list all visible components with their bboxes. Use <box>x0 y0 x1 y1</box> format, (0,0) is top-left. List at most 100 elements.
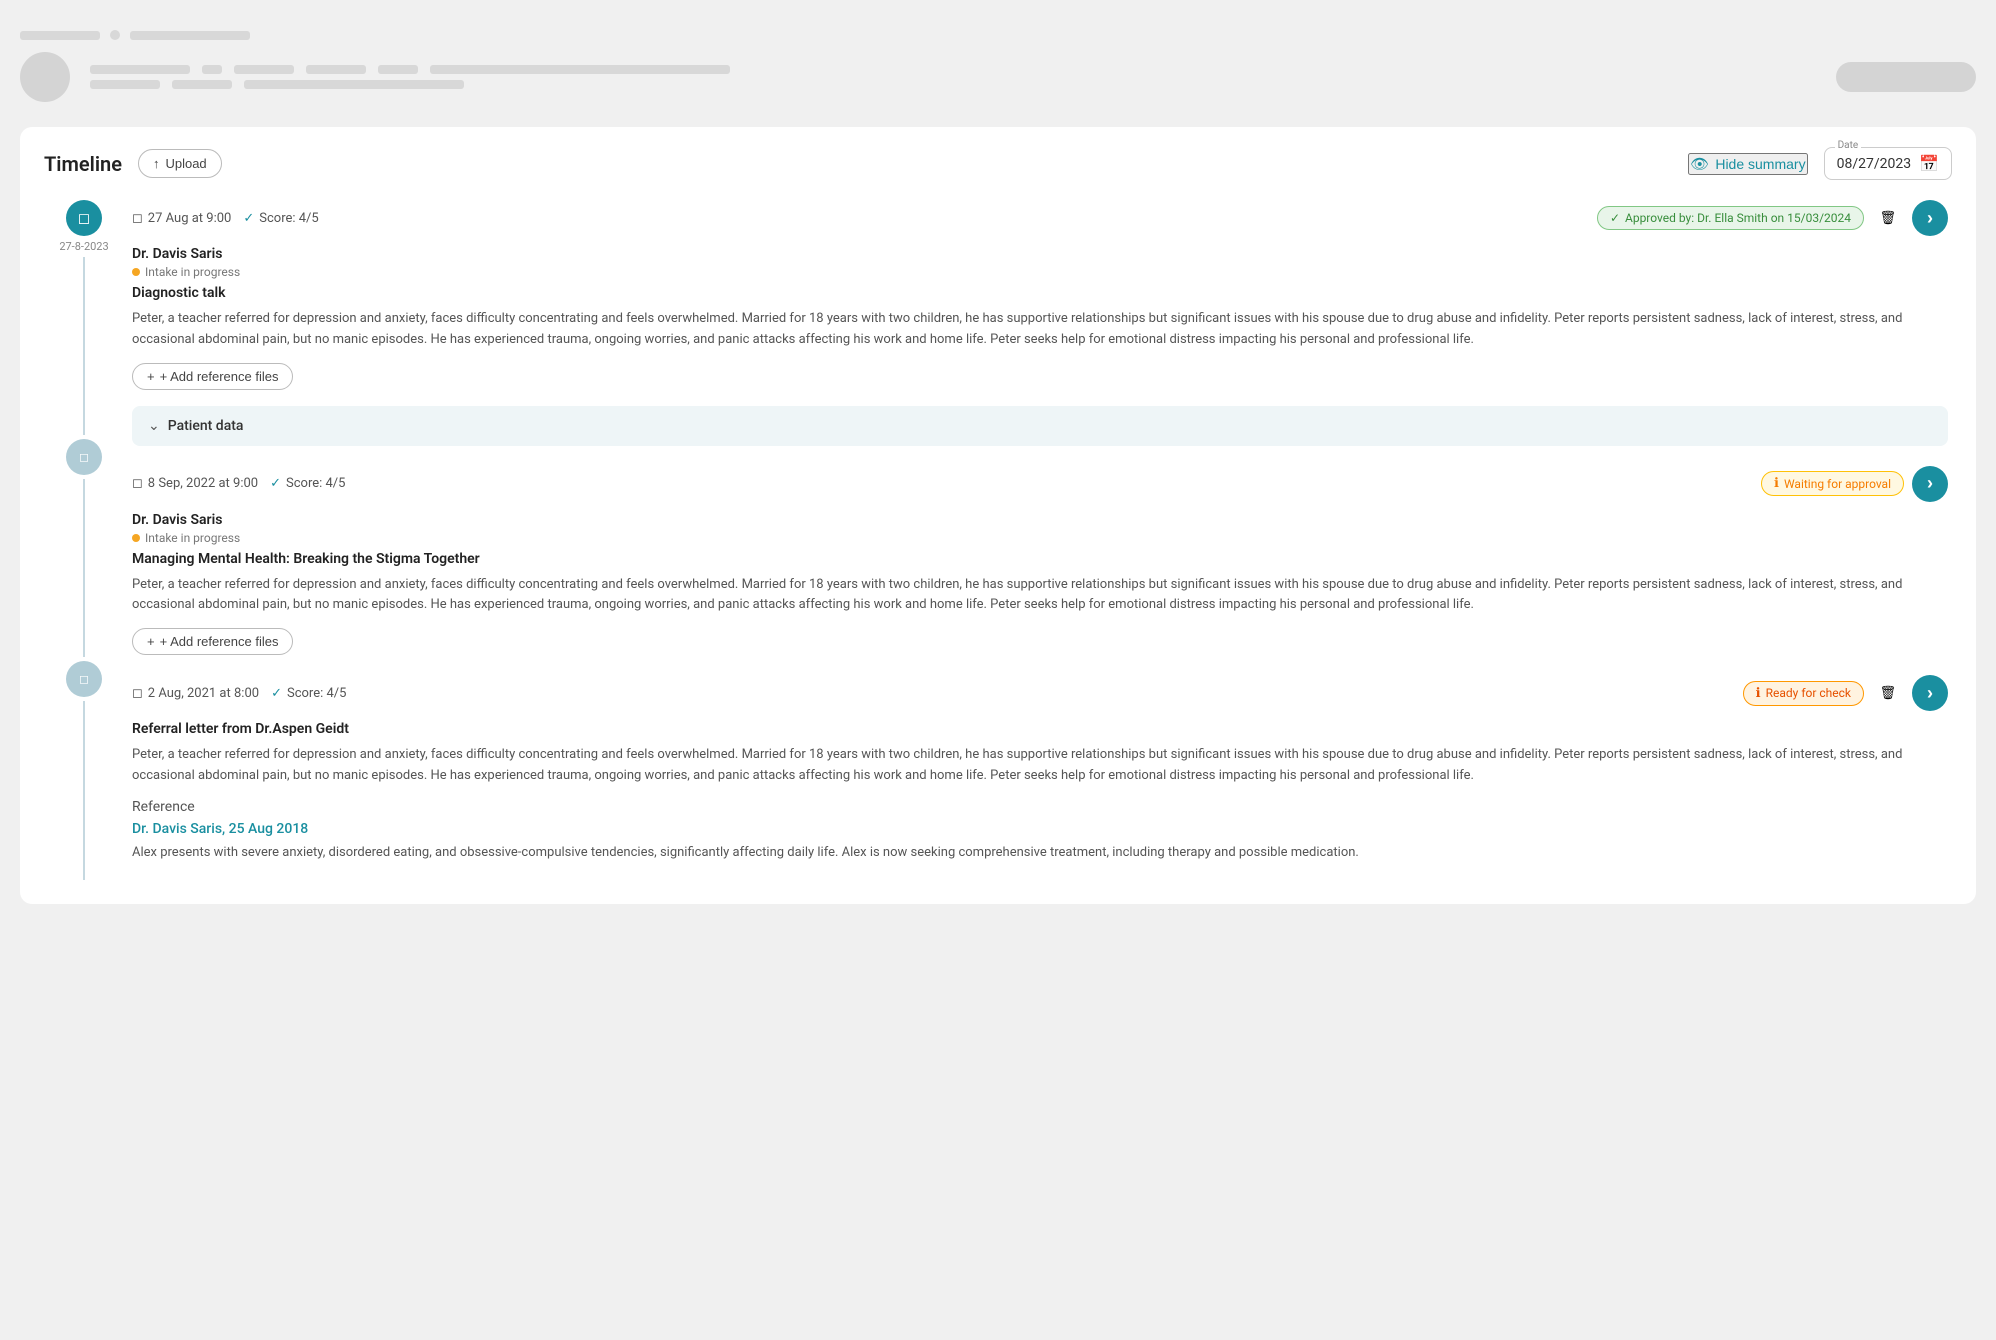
check-icon-approved: ✓ <box>1610 211 1620 225</box>
timeline-line-3 <box>83 701 85 879</box>
delete-icon-3: 🗑 <box>1880 685 1897 701</box>
entry-title-3: Referral letter from Dr.Aspen Geidt <box>132 721 1948 737</box>
page-title: Timeline <box>44 152 122 176</box>
nav-info-placeholder-5 <box>378 65 418 74</box>
entry-score-2: ✓ Score: 4/5 <box>270 476 345 491</box>
nav-action-button[interactable] <box>1836 62 1976 92</box>
entry-text-3: Peter, a teacher referred for depression… <box>132 745 1948 787</box>
timeline-icon-entry-2: ◻ <box>66 439 102 475</box>
timeline-line-2 <box>83 479 85 657</box>
nav-placeholder-1 <box>20 31 100 40</box>
entry-title-2: Managing Mental Health: Breaking the Sti… <box>132 551 1948 567</box>
scroll-area[interactable]: ◻ 27-8-2023 ◻ ◻ <box>44 200 1952 884</box>
calendar-icon-entry3: ◻ <box>132 686 143 701</box>
chevron-right-icon-3: › <box>1927 683 1933 704</box>
add-reference-button-2[interactable]: + + Add reference files <box>132 628 293 655</box>
timeline-icon-entry-3: ◻ <box>66 661 102 697</box>
top-nav <box>20 20 1976 117</box>
nav-info-placeholder-4 <box>306 65 366 74</box>
calendar-icon: 📅 <box>1919 154 1939 173</box>
reference-link-3[interactable]: Dr. Davis Saris, 25 Aug 2018 <box>132 821 1948 837</box>
calendar-icon-entry2: ◻ <box>132 476 143 491</box>
nav-info-placeholder-3 <box>234 65 294 74</box>
entry-card-2: ◻ 8 Sep, 2022 at 9:00 ✓ Score: 4/5 ℹ Wa <box>132 466 1948 656</box>
expand-button-1[interactable]: › <box>1912 200 1948 236</box>
info-icon-ready: ℹ <box>1756 686 1761 701</box>
nav-info-placeholder-1 <box>90 65 190 74</box>
approved-badge-1: ✓ Approved by: Dr. Ella Smith on 15/03/2… <box>1597 206 1864 230</box>
nav-info-placeholder-2 <box>202 65 222 74</box>
info-icon-waiting: ℹ <box>1774 476 1779 491</box>
nav-info-placeholder-9 <box>244 80 464 89</box>
nav-info <box>90 65 1816 89</box>
entry-text-2: Peter, a teacher referred for depression… <box>132 575 1948 617</box>
entry-score-1: ✓ Score: 4/5 <box>243 211 318 226</box>
nav-info-placeholder-8 <box>172 80 232 89</box>
timeline-content: ◻ 27 Aug at 9:00 ✓ Score: 4/5 ✓ Approve <box>124 200 1948 884</box>
ready-badge-3: ℹ Ready for check <box>1743 681 1864 706</box>
hide-summary-label: Hide summary <box>1715 156 1805 172</box>
panel-header: Timeline ↑ Upload 👁 Hide summary Date 08… <box>44 147 1952 180</box>
calendar-small-icon-3: ◻ <box>79 672 89 686</box>
calendar-icon-entry1: ◻ <box>132 211 143 226</box>
expand-button-3[interactable]: › <box>1912 675 1948 711</box>
timeline-icon-entry-1: ◻ <box>66 200 102 236</box>
date-value: 08/27/2023 <box>1837 156 1912 172</box>
entry-score-3: ✓ Score: 4/5 <box>271 686 346 701</box>
doctor-name-1: Dr. Davis Saris <box>132 246 1948 262</box>
expand-button-2[interactable]: › <box>1912 466 1948 502</box>
avatar <box>20 52 70 102</box>
hide-summary-button[interactable]: 👁 Hide summary <box>1688 153 1807 175</box>
chevron-right-icon-1: › <box>1927 208 1933 229</box>
calendar-small-icon-2: ◻ <box>79 450 89 464</box>
upload-label: Upload <box>165 156 206 171</box>
add-ref-label-2: + Add reference files <box>160 634 279 649</box>
doctor-name-2: Dr. Davis Saris <box>132 512 1948 528</box>
waiting-badge-2: ℹ Waiting for approval <box>1761 471 1904 496</box>
entry-date-3: ◻ 2 Aug, 2021 at 8:00 <box>132 686 259 701</box>
entry-header-2: ◻ 8 Sep, 2022 at 9:00 ✓ Score: 4/5 ℹ Wa <box>132 466 1948 502</box>
header-right: 👁 Hide summary Date 08/27/2023 📅 <box>1688 147 1952 180</box>
patient-data-label-1: Patient data <box>168 418 244 434</box>
plus-icon-1: + <box>147 369 155 384</box>
main-panel: Timeline ↑ Upload 👁 Hide summary Date 08… <box>20 127 1976 904</box>
chevron-down-icon-1: ⌄ <box>148 418 160 434</box>
entry-actions-1: ✓ Approved by: Dr. Ella Smith on 15/03/2… <box>1597 200 1948 236</box>
add-reference-button-1[interactable]: + + Add reference files <box>132 363 293 390</box>
entry-text-1: Peter, a teacher referred for depression… <box>132 309 1948 351</box>
add-ref-label-1: + Add reference files <box>160 369 279 384</box>
eye-icon: 👁 <box>1690 155 1709 173</box>
intake-status-2: Intake in progress <box>132 531 1948 545</box>
timeline-body: ◻ 27-8-2023 ◻ ◻ <box>44 200 1948 884</box>
upload-button[interactable]: ↑ Upload <box>138 149 222 178</box>
date-field[interactable]: Date 08/27/2023 📅 <box>1824 147 1952 180</box>
score-check-icon-3: ✓ <box>271 686 282 701</box>
entry-actions-3: ℹ Ready for check 🗑 › <box>1743 675 1948 711</box>
patient-data-section-1[interactable]: ⌄ Patient data <box>132 406 1948 446</box>
entry-card-3: ◻ 2 Aug, 2021 at 8:00 ✓ Score: 4/5 ℹ Re <box>132 675 1948 863</box>
entry-title-1: Diagnostic talk <box>132 285 1948 301</box>
timeline-line-1 <box>83 257 85 435</box>
score-check-icon-2: ✓ <box>270 476 281 491</box>
plus-icon-2: + <box>147 634 155 649</box>
reference-label-3: Reference <box>132 799 1948 815</box>
delete-button-1[interactable]: 🗑 <box>1872 202 1904 234</box>
delete-icon-1: 🗑 <box>1880 210 1897 226</box>
entry-date-1: ◻ 27 Aug at 9:00 <box>132 211 231 226</box>
entry-card-1: ◻ 27 Aug at 9:00 ✓ Score: 4/5 ✓ Approve <box>132 200 1948 446</box>
delete-button-3[interactable]: 🗑 <box>1872 677 1904 709</box>
nav-placeholder-2 <box>130 31 250 40</box>
entry-actions-2: ℹ Waiting for approval › <box>1761 466 1948 502</box>
timeline-date-label-1: 27-8-2023 <box>59 240 108 253</box>
score-check-icon-1: ✓ <box>243 211 254 226</box>
entry-date-2: ◻ 8 Sep, 2022 at 9:00 <box>132 476 258 491</box>
entry-header-1: ◻ 27 Aug at 9:00 ✓ Score: 4/5 ✓ Approve <box>132 200 1948 236</box>
reference-text-3: Alex presents with severe anxiety, disor… <box>132 843 1948 864</box>
calendar-small-icon: ◻ <box>78 209 90 227</box>
intake-status-1: Intake in progress <box>132 265 1948 279</box>
status-dot-2 <box>132 534 140 542</box>
timeline-sidebar: ◻ 27-8-2023 ◻ ◻ <box>44 200 124 884</box>
nav-info-placeholder-7 <box>90 80 160 89</box>
entry-header-3: ◻ 2 Aug, 2021 at 8:00 ✓ Score: 4/5 ℹ Re <box>132 675 1948 711</box>
status-dot-1 <box>132 268 140 276</box>
